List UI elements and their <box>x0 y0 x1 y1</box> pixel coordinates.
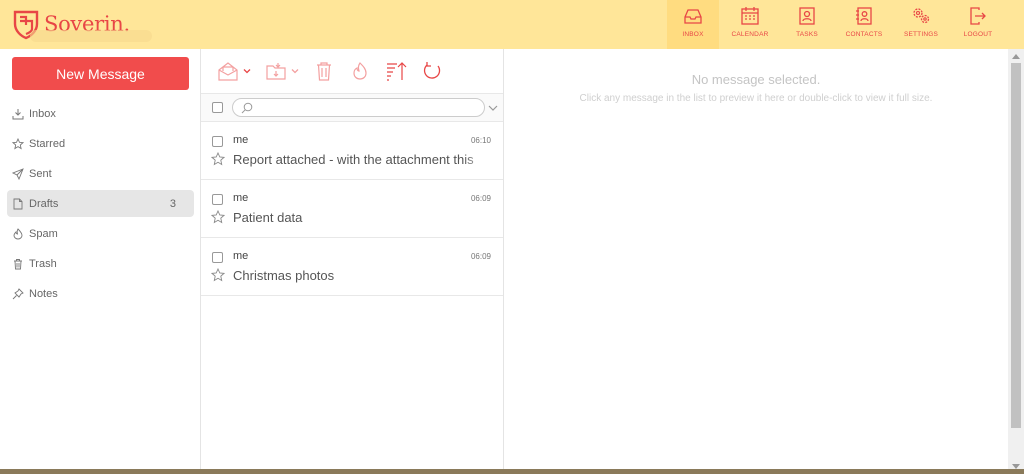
message-checkbox[interactable] <box>212 252 223 263</box>
search-box[interactable] <box>232 98 485 117</box>
message-row[interactable]: me 06:09 Christmas photos <box>201 238 503 296</box>
search-input[interactable] <box>257 101 477 114</box>
desktop-strip <box>0 469 1024 474</box>
trash-icon <box>317 62 331 81</box>
message-subject: Patient data <box>233 210 303 225</box>
message-list-pane: me 06:10 Report attached - with the atta… <box>201 49 504 474</box>
tasks-icon <box>799 7 815 25</box>
draft-icon <box>13 198 23 209</box>
nav-inbox-label: INBOX <box>682 31 704 38</box>
mark-spam-button[interactable] <box>349 60 371 82</box>
nav-tasks[interactable]: TASKS <box>781 0 833 49</box>
message-row[interactable]: me 06:10 Report attached - with the atta… <box>201 122 503 180</box>
sidebar-item-label: Trash <box>29 257 57 270</box>
move-to-folder-button[interactable] <box>265 60 299 82</box>
subject-fade <box>463 150 491 170</box>
message-time: 06:09 <box>470 252 491 261</box>
nav-settings-label: SETTINGS <box>903 31 939 38</box>
refresh-icon <box>423 62 441 79</box>
message-subject: Christmas photos <box>233 268 335 283</box>
send-icon <box>12 167 24 180</box>
preview-empty-hint: Click any message in the list to preview… <box>579 93 933 104</box>
star-icon <box>12 137 24 149</box>
sidebar-item-notes[interactable]: Notes <box>7 280 194 307</box>
settings-icon <box>913 8 930 24</box>
search-icon <box>241 102 253 114</box>
folder-list: Inbox Starred Sent Drafts 3 Spam Trash N… <box>7 100 194 310</box>
nav-logout-label: LOGOUT <box>963 31 993 38</box>
message-checkbox[interactable] <box>212 194 223 205</box>
account-name-redacted <box>30 30 152 42</box>
nav-logout[interactable]: LOGOUT <box>952 0 1004 49</box>
nav-contacts-label: CONTACTS <box>845 31 883 38</box>
sidebar-item-label: Notes <box>29 287 58 300</box>
chevron-down-icon[interactable] <box>291 67 299 75</box>
message-time: 06:10 <box>470 136 491 145</box>
message-checkbox[interactable] <box>212 136 223 147</box>
nav-settings[interactable]: SETTINGS <box>895 0 947 49</box>
folder-move-icon <box>266 63 286 80</box>
inbox-icon <box>684 9 702 24</box>
app-header: Soverin. INBOX CALENDAR TASKS CONTACTS S… <box>0 0 1024 49</box>
preview-pane: No message selected. Click any message i… <box>504 49 1008 474</box>
open-envelope-icon <box>218 62 238 81</box>
calendar-icon <box>741 7 759 25</box>
sort-icon <box>387 62 407 81</box>
top-nav: INBOX CALENDAR TASKS CONTACTS SETTINGS L… <box>662 0 1004 49</box>
logout-icon <box>970 7 986 25</box>
chevron-down-icon[interactable] <box>243 67 251 75</box>
scroll-up-arrow[interactable] <box>1012 54 1020 59</box>
sort-button[interactable] <box>385 60 407 82</box>
search-row <box>201 93 503 122</box>
sidebar-item-sent[interactable]: Sent <box>7 160 194 187</box>
refresh-button[interactable] <box>421 60 443 82</box>
sidebar-item-starred[interactable]: Starred <box>7 130 194 157</box>
star-icon[interactable] <box>211 210 225 224</box>
nav-contacts[interactable]: CONTACTS <box>838 0 890 49</box>
sidebar-item-label: Inbox <box>29 107 56 120</box>
message-subject: Report attached - with the attachment th… <box>233 152 474 167</box>
page-scrollbar[interactable] <box>1008 49 1024 474</box>
sidebar-item-spam[interactable]: Spam <box>7 220 194 247</box>
star-icon[interactable] <box>211 152 225 166</box>
nav-inbox[interactable]: INBOX <box>667 0 719 49</box>
sidebar-item-drafts[interactable]: Drafts 3 <box>7 190 194 217</box>
sidebar-item-count: 3 <box>169 197 176 210</box>
sidebar-item-inbox[interactable]: Inbox <box>7 100 194 127</box>
sidebar-item-label: Sent <box>29 167 52 180</box>
preview-empty-title: No message selected. <box>691 72 821 87</box>
scroll-thumb[interactable] <box>1011 63 1021 428</box>
nav-calendar-label: CALENDAR <box>731 31 769 38</box>
message-sender: me <box>233 192 249 204</box>
sidebar-item-label: Starred <box>29 137 66 150</box>
inbox-icon <box>12 108 24 119</box>
sidebar-item-trash[interactable]: Trash <box>7 250 194 277</box>
nav-calendar[interactable]: CALENDAR <box>724 0 776 49</box>
pin-icon <box>12 287 24 299</box>
nav-tasks-label: TASKS <box>796 31 818 38</box>
chevron-down-icon[interactable] <box>488 104 498 112</box>
message-sender: me <box>233 134 249 146</box>
new-message-button[interactable]: New Message <box>12 57 189 90</box>
delete-button[interactable] <box>313 60 335 82</box>
list-toolbar <box>201 49 503 93</box>
folder-sidebar: New Message Inbox Starred Sent Drafts 3 … <box>0 49 201 474</box>
fire-icon <box>13 227 23 239</box>
sidebar-item-label: Drafts <box>29 197 59 210</box>
message-row[interactable]: me 06:09 Patient data <box>201 180 503 238</box>
message-sender: me <box>233 250 249 262</box>
move-to-inbox-button[interactable] <box>217 60 251 82</box>
fire-icon <box>353 62 367 80</box>
select-all-checkbox[interactable] <box>212 102 223 113</box>
star-icon[interactable] <box>211 268 225 282</box>
contacts-icon <box>856 7 872 25</box>
message-time: 06:09 <box>470 194 491 203</box>
sidebar-item-label: Spam <box>29 227 58 240</box>
trash-icon <box>14 258 22 269</box>
